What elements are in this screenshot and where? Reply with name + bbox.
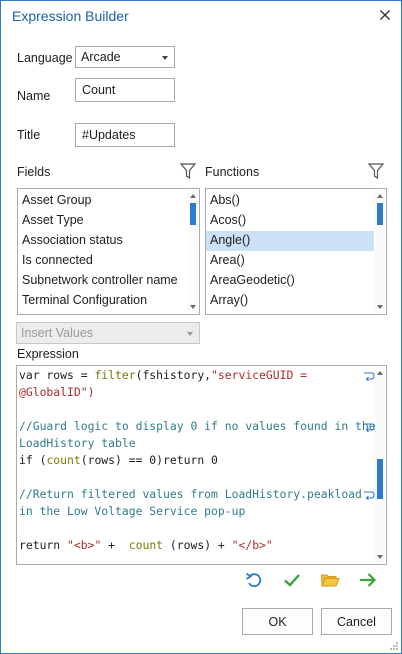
code-line: @GlobalID") (19, 385, 95, 399)
close-icon[interactable] (376, 6, 394, 24)
cancel-button[interactable]: Cancel (321, 608, 392, 635)
list-item[interactable]: Acos() (206, 211, 374, 231)
name-label: Name (17, 89, 51, 103)
insert-values-select: Insert Values (16, 322, 200, 344)
verify-check-icon[interactable] (282, 570, 302, 590)
chevron-down-icon (187, 332, 193, 336)
list-item[interactable]: Array() (206, 291, 374, 311)
code-line: LoadHistory table (19, 436, 136, 450)
resize-grip-icon[interactable] (389, 641, 399, 651)
word-wrap-icon (364, 423, 375, 432)
expression-scrollbar[interactable] (375, 367, 385, 563)
apply-arrow-icon[interactable] (358, 570, 378, 590)
list-item[interactable]: Abs() (206, 191, 374, 211)
expression-label: Expression (17, 347, 79, 361)
list-item[interactable]: Area() (206, 251, 374, 271)
code-line: var rows = filter(fshistory,"serviceGUID… (19, 368, 308, 382)
list-item[interactable]: Association status (18, 231, 188, 251)
scroll-down-icon[interactable] (377, 305, 383, 309)
fields-filter-icon[interactable] (180, 162, 196, 180)
fields-list: Asset Group Asset Type Association statu… (17, 188, 200, 315)
language-select[interactable]: Arcade (75, 46, 175, 68)
title-input[interactable]: #Updates (75, 123, 175, 147)
word-wrap-icon (364, 372, 375, 381)
scroll-thumb[interactable] (190, 203, 196, 225)
undo-icon[interactable] (244, 570, 264, 590)
expression-builder-dialog: Expression Builder Language Arcade Name … (0, 0, 402, 654)
title-label: Title (17, 128, 41, 142)
list-item-selected[interactable]: Angle() (206, 231, 374, 251)
scroll-down-icon[interactable] (190, 305, 196, 309)
list-item[interactable]: Subnetwork controller name (18, 271, 188, 291)
language-label: Language (17, 51, 73, 65)
word-wrap-icon (364, 491, 375, 500)
fields-label: Fields (17, 165, 51, 179)
code-line: //Guard logic to display 0 if no values … (19, 419, 376, 433)
scroll-up-icon[interactable] (377, 371, 383, 375)
functions-filter-icon[interactable] (368, 162, 384, 180)
code-line: if (count(rows) == 0)return 0 (19, 453, 218, 467)
functions-scrollbar[interactable] (375, 190, 385, 313)
code-line: //Return filtered values from LoadHistor… (19, 487, 362, 501)
list-item[interactable]: Asset Group (18, 191, 188, 211)
name-input[interactable]: Count (75, 78, 175, 102)
code-line: return "<b>" + count (rows) + "</b>" (19, 538, 273, 552)
list-item[interactable]: Terminal Configuration (18, 291, 188, 311)
ok-button[interactable]: OK (242, 608, 313, 635)
functions-list: Abs() Acos() Angle() Area() AreaGeodetic… (205, 188, 387, 315)
expression-editor[interactable]: var rows = filter(fshistory,"serviceGUID… (16, 365, 387, 565)
code-line: in the Low Voltage Service pop-up (19, 504, 246, 518)
list-item[interactable]: Asset Type (18, 211, 188, 231)
chevron-down-icon (162, 56, 168, 60)
functions-label: Functions (205, 165, 260, 179)
fields-scrollbar[interactable] (188, 190, 198, 313)
scroll-up-icon[interactable] (190, 194, 196, 198)
list-item[interactable]: AreaGeodetic() (206, 271, 374, 291)
scroll-down-icon[interactable] (377, 555, 383, 559)
scroll-thumb[interactable] (377, 459, 383, 499)
scroll-up-icon[interactable] (377, 194, 383, 198)
open-folder-icon[interactable] (320, 570, 340, 590)
list-item[interactable]: Is connected (18, 251, 188, 271)
scroll-thumb[interactable] (377, 203, 383, 225)
dialog-title: Expression Builder (12, 8, 129, 24)
insert-values-label: Insert Values (21, 326, 94, 340)
language-value: Arcade (81, 50, 121, 64)
